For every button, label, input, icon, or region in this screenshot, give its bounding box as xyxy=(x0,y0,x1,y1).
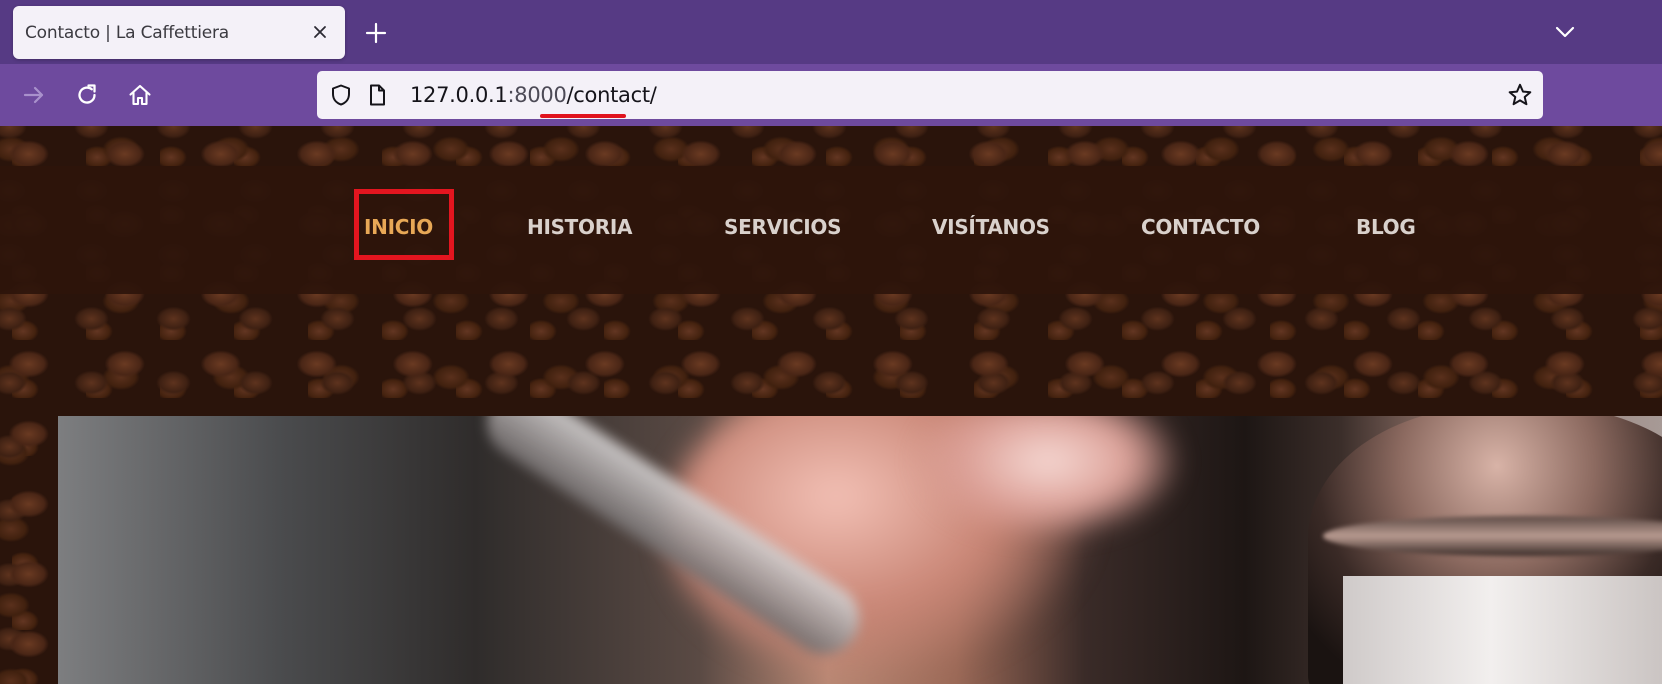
url-port: :8000 xyxy=(507,83,567,107)
menu-item-contacto[interactable]: CONTACTO xyxy=(1141,215,1260,239)
navigation-toolbar: 127.0.0.1:8000/contact/ xyxy=(0,64,1662,126)
tab-strip: Contacto | La Caffettiera xyxy=(0,0,1662,64)
address-bar[interactable]: 127.0.0.1:8000/contact/ xyxy=(317,71,1543,119)
tab-title: Contacto | La Caffettiera xyxy=(25,22,230,43)
chevron-down-icon[interactable] xyxy=(1553,22,1577,42)
plus-icon[interactable] xyxy=(364,21,388,45)
forward-button[interactable] xyxy=(18,79,50,111)
home-button[interactable] xyxy=(124,79,156,111)
active-tab[interactable]: Contacto | La Caffettiera xyxy=(13,6,345,59)
reload-icon xyxy=(78,84,96,104)
shield-icon[interactable] xyxy=(329,83,353,107)
home-icon xyxy=(129,84,151,106)
web-page: INICIO HISTORIA SERVICIOS VISÍTANOS CONT… xyxy=(0,126,1662,684)
menu-item-historia[interactable]: HISTORIA xyxy=(527,215,632,239)
site-navigation: INICIO HISTORIA SERVICIOS VISÍTANOS CONT… xyxy=(0,166,1662,294)
inicio-highlight-annotation xyxy=(354,189,454,260)
star-icon[interactable] xyxy=(1507,82,1533,108)
page-icon[interactable] xyxy=(365,83,389,107)
hero-image xyxy=(58,416,1662,684)
url-text[interactable]: 127.0.0.1:8000/contact/ xyxy=(410,83,657,107)
forward-arrow-icon xyxy=(23,86,44,104)
url-path-underline-annotation xyxy=(540,114,626,118)
menu-item-visitanos[interactable]: VISÍTANOS xyxy=(932,215,1050,239)
menu-item-servicios[interactable]: SERVICIOS xyxy=(724,215,842,239)
close-icon[interactable] xyxy=(309,21,331,43)
menu-item-blog[interactable]: BLOG xyxy=(1356,215,1416,239)
url-host: 127.0.0.1 xyxy=(410,83,508,107)
reload-button[interactable] xyxy=(71,79,103,111)
url-path: /contact/ xyxy=(566,83,657,107)
